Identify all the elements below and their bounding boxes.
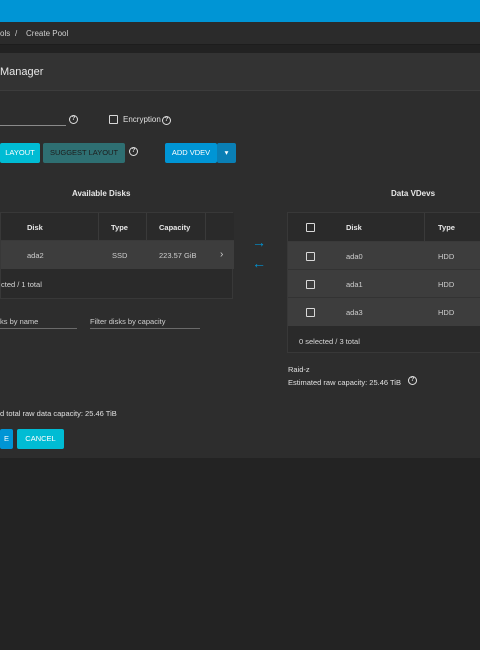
estimated-capacity-label: Estimated raw capacity: 25.46 TiB	[288, 378, 401, 387]
encryption-help-icon[interactable]: ?	[162, 116, 171, 125]
table-row[interactable]: ada1 HDD	[288, 270, 480, 298]
disk-name: ada2	[27, 251, 44, 260]
disk-type: SSD	[112, 251, 128, 260]
pool-name-input[interactable]	[0, 125, 66, 126]
encryption-label: Encryption	[123, 115, 161, 124]
column-type[interactable]: Type	[438, 223, 455, 232]
encryption-checkbox[interactable]	[109, 115, 118, 124]
spacer	[0, 45, 480, 53]
disk-type: HDD	[438, 280, 455, 289]
divider	[98, 213, 99, 241]
capacity-help-icon[interactable]: ?	[408, 376, 417, 385]
data-vdevs-table: Disk Type ada0 HDD ada1 HDD ada3 HDD 0 s…	[287, 212, 480, 353]
disk-name: ada3	[346, 308, 363, 317]
name-help-icon[interactable]: ?	[69, 115, 78, 124]
column-disk[interactable]: Disk	[27, 223, 43, 232]
table-header: Disk Type	[288, 213, 480, 242]
row-checkbox[interactable]	[306, 308, 315, 317]
disk-capacity: 223.57 GiB	[159, 251, 197, 260]
page-title: Manager	[0, 66, 44, 78]
table-row[interactable]: ada0 HDD	[288, 242, 480, 270]
cancel-button[interactable]: CANCEL	[17, 429, 64, 449]
divider	[205, 213, 206, 241]
column-type[interactable]: Type	[111, 223, 128, 232]
filter-capacity-input[interactable]	[90, 328, 200, 329]
disk-type: HDD	[438, 252, 455, 261]
layout-help-icon[interactable]: ?	[129, 147, 138, 156]
data-vdevs-title: Data VDevs	[391, 189, 436, 198]
table-row[interactable]: ada3 HDD	[288, 298, 480, 326]
select-all-checkbox[interactable]	[306, 223, 315, 232]
breadcrumb-current: Create Pool	[26, 29, 69, 38]
reset-layout-button[interactable]: LAYOUT	[0, 143, 40, 163]
total-capacity-label: d total raw data capacity: 25.46 TiB	[0, 409, 117, 418]
move-left-icon[interactable]: ←	[252, 256, 266, 270]
breadcrumb-parent[interactable]: ols	[0, 29, 10, 38]
breadcrumb: ols / Create Pool	[0, 22, 480, 45]
vdevs-selection-count: 0 selected / 3 total	[299, 337, 360, 346]
available-disks-table: Disk Type Capacity ada2 SSD 223.57 GiB ›…	[0, 212, 234, 299]
disk-name: ada1	[346, 280, 363, 289]
table-header: Disk Type Capacity	[1, 213, 234, 241]
top-app-bar	[0, 0, 480, 22]
vdev-layout-label: Raid-z	[288, 365, 310, 374]
move-right-icon[interactable]: →	[252, 235, 266, 249]
row-checkbox[interactable]	[306, 280, 315, 289]
expand-chevron-icon[interactable]: ›	[220, 249, 223, 260]
add-vdev-menu-button[interactable]: ▾	[217, 143, 236, 163]
divider	[146, 213, 147, 241]
card-header: Manager	[0, 53, 480, 91]
filter-name-input[interactable]	[0, 328, 77, 329]
filter-name-placeholder: ks by name	[0, 317, 39, 326]
suggest-layout-button[interactable]: SUGGEST LAYOUT	[43, 143, 125, 163]
column-disk[interactable]: Disk	[346, 223, 362, 232]
breadcrumb-separator: /	[15, 29, 18, 38]
column-capacity[interactable]: Capacity	[159, 223, 190, 232]
table-row[interactable]: ada2 SSD 223.57 GiB ›	[1, 241, 234, 269]
create-button[interactable]: E	[0, 429, 13, 449]
available-disks-title: Available Disks	[72, 189, 131, 198]
filter-capacity-placeholder: Filter disks by capacity	[90, 317, 166, 326]
add-vdev-button[interactable]: ADD VDEV	[165, 143, 217, 163]
disk-name: ada0	[346, 252, 363, 261]
disk-type: HDD	[438, 308, 455, 317]
row-checkbox[interactable]	[306, 252, 315, 261]
divider	[424, 213, 425, 242]
available-selection-count: cted / 1 total	[1, 280, 42, 289]
